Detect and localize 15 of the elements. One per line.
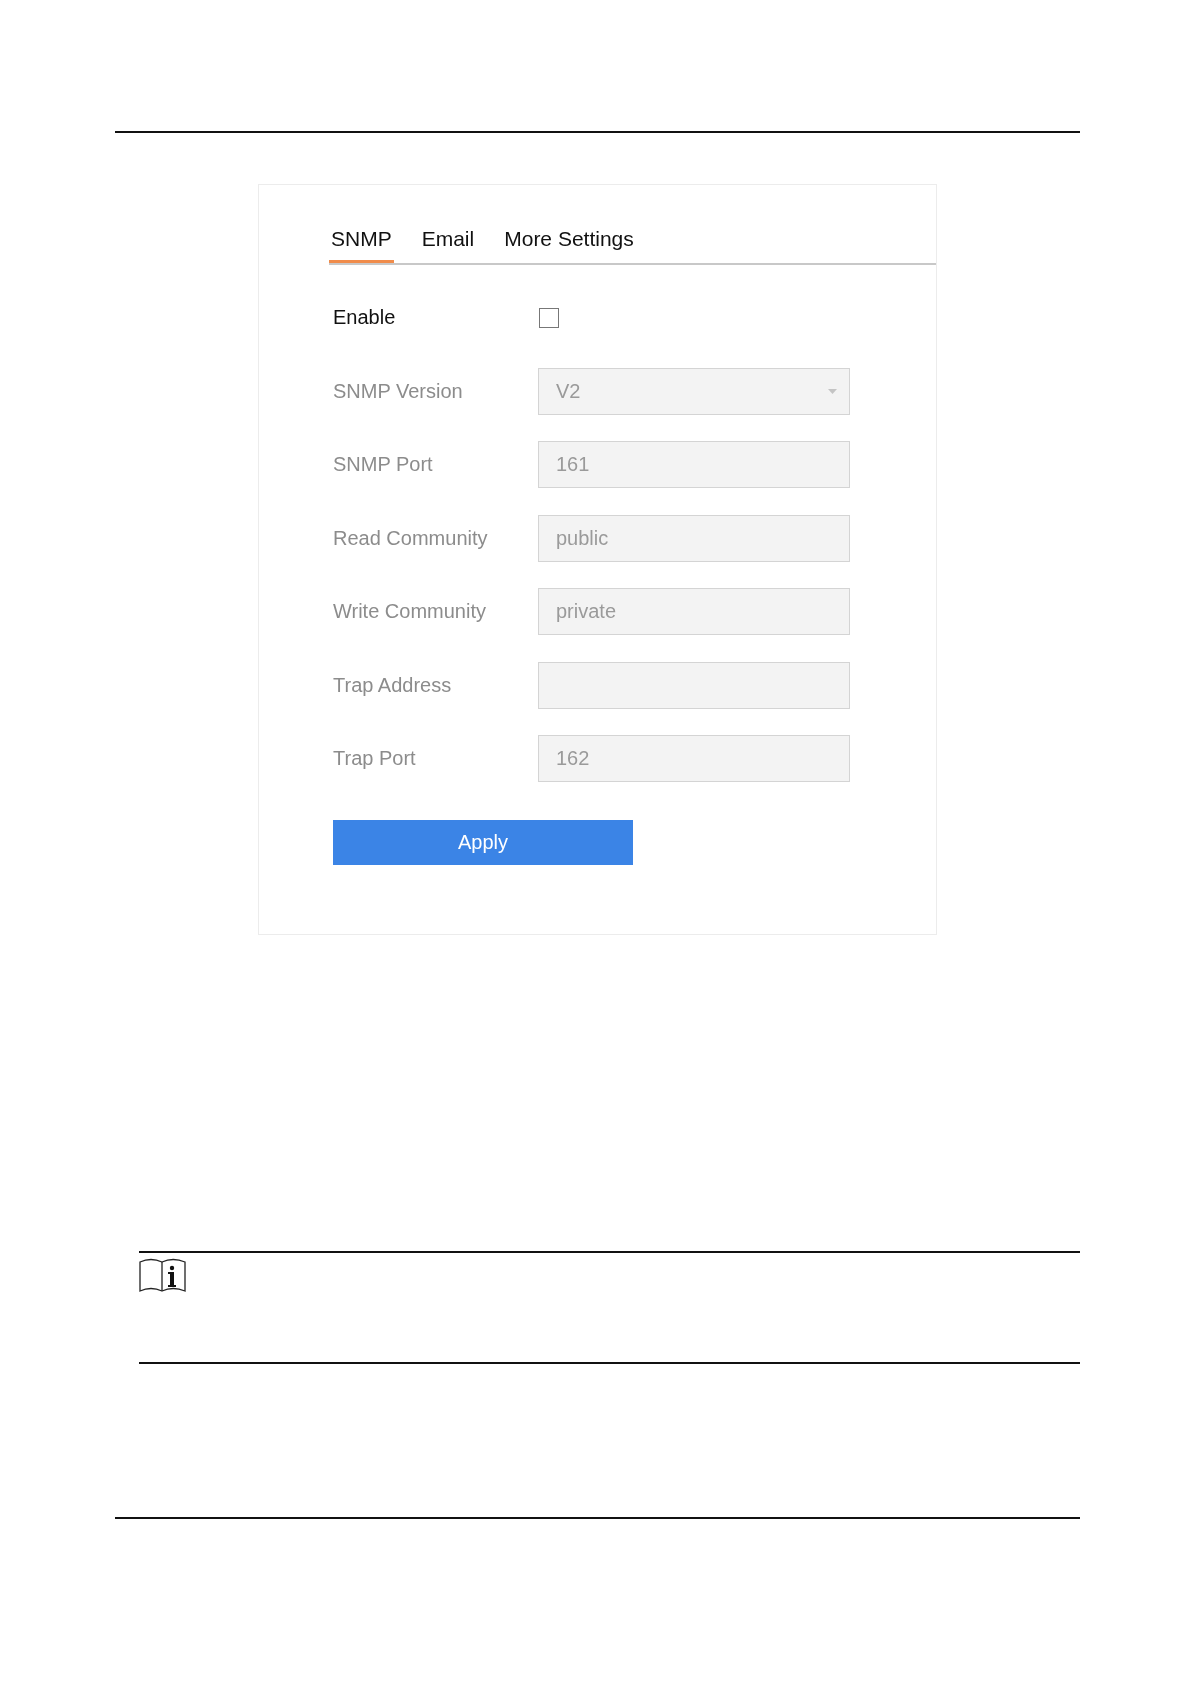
field-label: Trap Port <box>333 747 417 770</box>
input-field[interactable] <box>538 661 850 709</box>
field-label: SNMP Version <box>333 379 464 403</box>
note-icon <box>139 1257 186 1293</box>
tab[interactable]: More Settings <box>502 227 636 263</box>
field-label: Trap Address <box>333 673 453 697</box>
tab[interactable]: SNMP <box>329 227 394 263</box>
tab[interactable]: Email <box>419 227 477 263</box>
apply-button[interactable]: Apply <box>333 820 633 865</box>
field-label: Write Community <box>333 600 487 623</box>
checkbox[interactable] <box>539 307 559 328</box>
field-label: Enable <box>333 306 397 329</box>
field-label: Read Community <box>333 526 489 550</box>
field-label: SNMP Port <box>333 453 434 476</box>
caret-icon <box>828 388 837 394</box>
